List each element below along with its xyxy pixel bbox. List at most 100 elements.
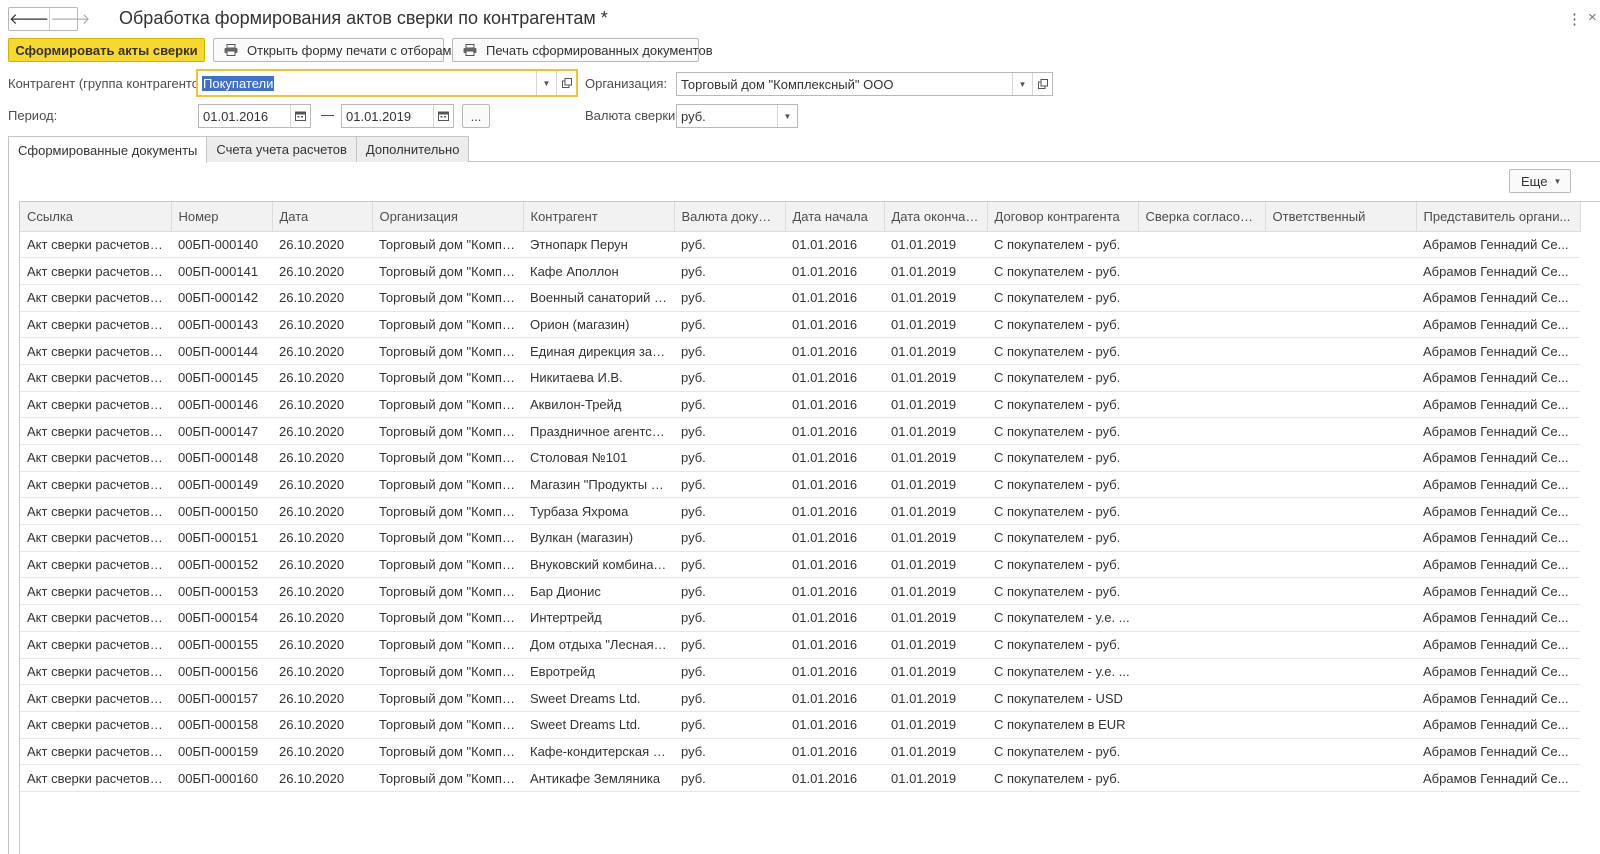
table-row[interactable]: Акт сверки расчетов с... 00БП-000154 26.10… — [20, 604, 1580, 632]
more-button[interactable]: Еще ▼ — [1509, 169, 1572, 193]
generate-acts-button[interactable]: Сформировать акты сверки — [8, 38, 205, 62]
column-organization-header[interactable]: Организация — [372, 202, 524, 232]
period-to-value[interactable]: 01.01.2019 — [342, 109, 433, 124]
column-contract-header[interactable]: Договор контрагента — [987, 202, 1139, 232]
open-in-window-icon[interactable] — [556, 71, 576, 95]
column-number-cell: 00БП-000159 — [171, 738, 272, 766]
column-contract-cell: С покупателем - у.е. ... — [987, 604, 1138, 632]
column-contract-cell: С покупателем - руб. — [987, 311, 1138, 339]
generate-acts-label: Сформировать акты сверки — [15, 42, 198, 58]
table-row[interactable]: Акт сверки расчетов с... 00БП-000141 26.10… — [20, 257, 1580, 285]
column-responsible-header[interactable]: Ответственный — [1265, 202, 1417, 232]
table-row[interactable]: Акт сверки расчетов с... 00БП-000156 26.10… — [20, 658, 1580, 686]
chevron-down-icon[interactable]: ▼ — [777, 105, 797, 127]
currency-field[interactable]: руб. ▼ — [676, 104, 798, 128]
column-link-header[interactable]: Ссылка — [20, 202, 172, 232]
column-start-date-cell: 01.01.2016 — [785, 284, 884, 312]
table-row[interactable]: Акт сверки расчетов с... 00БП-000158 26.10… — [20, 711, 1580, 739]
column-number-cell: 00БП-000143 — [171, 311, 272, 339]
column-number-cell: 00БП-000149 — [171, 471, 272, 499]
documents-table[interactable]: Ссылка Номер Дата Организация Контрагент Валю… — [19, 201, 1600, 854]
more-actions-menu-icon[interactable]: ⋮ — [1567, 10, 1582, 28]
currency-value[interactable]: руб. — [677, 109, 777, 124]
period-from-field[interactable]: 01.01.2016 — [198, 104, 311, 128]
counterparty-value[interactable]: Покупатели — [198, 75, 536, 91]
table-row[interactable]: Акт сверки расчетов с... 00БП-000153 26.10… — [20, 577, 1580, 606]
table-row[interactable]: Акт сверки расчетов с... 00БП-000147 26.10… — [20, 417, 1580, 445]
table-row[interactable]: Акт сверки расчетов с... 00БП-000145 26.10… — [20, 364, 1580, 392]
column-counterparty-cell: Столовая №101 — [523, 444, 674, 472]
column-contract-cell: С покупателем - руб. — [987, 417, 1138, 445]
column-end-date-cell: 01.01.2019 — [884, 417, 987, 445]
tab-additional[interactable]: Дополнительно — [355, 136, 470, 162]
column-end-date-cell: 01.01.2019 — [884, 311, 987, 339]
column-number-cell: 00БП-000160 — [171, 764, 272, 792]
column-currency-header[interactable]: Валюта докум... — [674, 202, 786, 232]
table-row[interactable]: Акт сверки расчетов с... 00БП-000140 26.10… — [20, 231, 1580, 259]
column-organization-cell: Торговый дом "Компл... — [372, 577, 523, 606]
column-representative-cell: Абрамов Геннадий Се... — [1416, 471, 1580, 499]
table-row[interactable]: Акт сверки расчетов с... 00БП-000152 26.10… — [20, 551, 1580, 579]
column-link-cell: Акт сверки расчетов с... — [20, 364, 171, 392]
column-agreed-header[interactable]: Сверка согласована — [1138, 202, 1266, 232]
column-link-cell: Акт сверки расчетов с... — [20, 444, 171, 472]
organization-field[interactable]: Торговый дом "Комплексный" ООО ▼ — [676, 72, 1053, 96]
table-row[interactable]: Акт сверки расчетов с... 00БП-000155 26.10… — [20, 631, 1580, 659]
period-to-field[interactable]: 01.01.2019 — [341, 104, 454, 128]
calendar-icon[interactable] — [290, 105, 310, 127]
close-icon[interactable]: × — [1588, 9, 1597, 26]
period-from-value[interactable]: 01.01.2016 — [199, 109, 290, 124]
table-row[interactable]: Акт сверки расчетов с... 00БП-000160 26.10… — [20, 764, 1580, 792]
table-row[interactable]: Акт сверки расчетов с... 00БП-000151 26.10… — [20, 524, 1580, 552]
counterparty-field[interactable]: Покупатели ▼ — [196, 69, 578, 97]
column-contract-cell: С покупателем - руб. — [987, 337, 1138, 365]
chevron-down-icon[interactable]: ▼ — [536, 71, 556, 95]
column-counterparty-cell: Интертрейд — [523, 604, 674, 632]
column-link-cell: Акт сверки расчетов с... — [20, 577, 171, 606]
column-counterparty-cell: Никитаева И.В. — [523, 364, 674, 392]
organization-value[interactable]: Торговый дом "Комплексный" ООО — [677, 77, 1012, 92]
column-number-cell: 00БП-000148 — [171, 444, 272, 472]
table-row[interactable]: Акт сверки расчетов с... 00БП-000149 26.10… — [20, 471, 1580, 499]
column-start-date-header[interactable]: Дата начала — [785, 202, 885, 232]
chevron-down-icon[interactable]: ▼ — [1012, 73, 1032, 95]
column-responsible-cell — [1265, 231, 1416, 259]
table-row[interactable]: Акт сверки расчетов с... 00БП-000159 26.10… — [20, 738, 1580, 766]
tab-settlement-accounts[interactable]: Счета учета расчетов — [206, 136, 357, 162]
column-organization-cell: Торговый дом "Компл... — [372, 471, 523, 499]
column-agreed-cell — [1138, 738, 1265, 766]
table-row[interactable]: Акт сверки расчетов с... 00БП-000144 26.10… — [20, 337, 1580, 365]
back-arrow-icon[interactable]: 🡐 — [9, 8, 51, 30]
period-choose-button[interactable]: ... — [462, 104, 490, 128]
column-organization-cell: Торговый дом "Компл... — [372, 444, 523, 472]
column-end-date-header[interactable]: Дата окончания — [884, 202, 988, 232]
column-contract-cell: С покупателем - руб. — [987, 284, 1138, 312]
table-row[interactable]: Акт сверки расчетов с... 00БП-000142 26.10… — [20, 284, 1580, 312]
table-row[interactable]: Акт сверки расчетов с... 00БП-000150 26.10… — [20, 497, 1580, 526]
column-responsible-cell — [1265, 764, 1416, 792]
table-row[interactable]: Акт сверки расчетов с... 00БП-000146 26.10… — [20, 391, 1580, 419]
forward-arrow-icon[interactable]: 🡒 — [50, 8, 90, 30]
open-in-window-icon[interactable] — [1032, 73, 1052, 95]
column-date-header[interactable]: Дата — [272, 202, 373, 232]
organization-label: Организация: — [585, 76, 668, 91]
column-currency-cell: руб. — [674, 764, 785, 792]
period-separator: — — [321, 107, 334, 122]
column-representative-header[interactable]: Представитель органи... — [1416, 202, 1581, 232]
column-agreed-cell — [1138, 764, 1265, 792]
column-representative-cell: Абрамов Геннадий Се... — [1416, 257, 1580, 285]
print-documents-button[interactable]: Печать сформированных документов — [452, 38, 713, 62]
column-counterparty-cell: Турбаза Яхрома — [523, 497, 674, 526]
calendar-icon[interactable] — [433, 105, 453, 127]
column-number-header[interactable]: Номер — [171, 202, 273, 232]
column-agreed-cell — [1138, 337, 1265, 365]
column-counterparty-header[interactable]: Контрагент — [523, 202, 675, 232]
column-counterparty-cell: Внуковский комбинат ... — [523, 551, 674, 579]
column-end-date-cell: 01.01.2019 — [884, 391, 987, 419]
open-print-form-button[interactable]: Открыть форму печати с отборами — [213, 38, 459, 62]
table-row[interactable]: Акт сверки расчетов с... 00БП-000148 26.10… — [20, 444, 1580, 472]
tab-generated-documents[interactable]: Сформированные документы — [8, 136, 208, 163]
column-representative-cell: Абрамов Геннадий Се... — [1416, 524, 1580, 552]
table-row[interactable]: Акт сверки расчетов с... 00БП-000157 26.10… — [20, 684, 1580, 712]
table-row[interactable]: Акт сверки расчетов с... 00БП-000143 26.10… — [20, 311, 1580, 339]
